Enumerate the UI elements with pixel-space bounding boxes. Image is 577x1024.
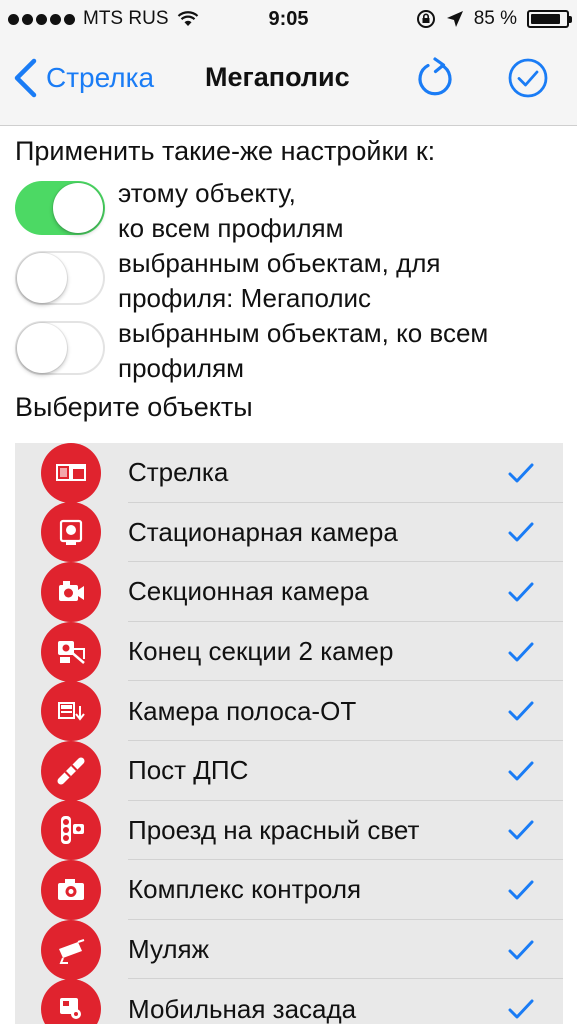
checkmark-icon — [508, 999, 534, 1019]
list-item[interactable]: Секционная камера — [15, 561, 563, 622]
checkmark-icon — [508, 463, 534, 483]
list-item-label: Муляж — [128, 934, 210, 965]
list-item-label: Пост ДПС — [128, 755, 249, 786]
checkmark-icon — [508, 880, 534, 900]
list-item[interactable]: Стационарная камера — [15, 502, 563, 563]
checkmark-icon — [508, 582, 534, 602]
list-item-label: Проезд на красный свет — [128, 814, 420, 845]
checkmark-icon — [508, 761, 534, 781]
lane-camera-icon — [41, 681, 101, 742]
toggle-this-object[interactable] — [15, 181, 105, 235]
checkmark-icon — [508, 820, 534, 840]
list-item[interactable]: Стрелка — [15, 442, 563, 503]
option-this-object: этому объекту, ко всем профилям — [15, 178, 575, 243]
navigation-bar: Стрелка Мегаполис — [0, 40, 577, 126]
done-checkmark-icon[interactable] — [506, 56, 550, 100]
strelka-icon — [41, 442, 101, 503]
list-item[interactable]: Камера полоса-ОТ — [15, 681, 563, 742]
checkmark-icon — [508, 642, 534, 662]
status-right: 85 % — [416, 8, 572, 30]
list-item[interactable]: Комплекс контроля — [15, 859, 563, 920]
back-button-label: Стрелка — [46, 62, 155, 93]
option-selected-profile: выбранным объектам, для профиля: Мегапол… — [15, 248, 575, 313]
checkmark-icon — [508, 701, 534, 721]
list-item-label: Камера полоса-ОТ — [128, 695, 357, 726]
mobile-ambush-icon — [41, 979, 101, 1024]
list-item-label: Мобильная засада — [128, 993, 357, 1024]
status-bar: MTS RUS 9:05 85 % — [0, 0, 577, 40]
list-item-label: Комплекс контроля — [128, 874, 362, 905]
list-item-label: Секционная камера — [128, 576, 369, 607]
list-item[interactable]: Пост ДПС — [15, 740, 563, 801]
list-item[interactable]: Мобильная засада — [15, 979, 563, 1024]
list-item[interactable]: Проезд на красный свет — [15, 800, 563, 861]
option-selected-all-profiles: выбранным объектам, ко всем профилям — [15, 318, 575, 383]
police-post-icon — [41, 740, 101, 801]
back-button[interactable]: Стрелка — [12, 58, 154, 98]
select-objects-title: Выберите объекты — [15, 392, 253, 422]
section-end-icon — [41, 621, 101, 682]
stationary-camera-icon — [41, 502, 101, 563]
list-item-label: Конец секции 2 камер — [128, 636, 394, 667]
toggle-selected-all-profiles[interactable] — [15, 321, 105, 375]
option-label: выбранным объектам, для профиля: Мегапол… — [118, 248, 441, 313]
traffic-light-icon — [41, 800, 101, 861]
location-arrow-icon — [446, 11, 463, 27]
toggle-selected-profile[interactable] — [15, 251, 105, 305]
list-item-label: Стационарная камера — [128, 516, 398, 547]
checkmark-icon — [508, 522, 534, 542]
objects-list: Стрелка Стационарная камера Секционная к… — [15, 442, 563, 1024]
option-label: этому объекту, ко всем профилям — [118, 178, 344, 243]
option-label: выбранным объектам, ко всем профилям — [118, 318, 489, 383]
checkmark-icon — [508, 940, 534, 960]
control-complex-icon — [41, 859, 101, 920]
battery-icon — [527, 10, 572, 28]
dummy-camera-icon — [41, 919, 101, 980]
section-camera-icon — [41, 561, 101, 622]
battery-level — [531, 14, 560, 24]
chevron-left-icon — [14, 58, 37, 98]
list-item[interactable]: Конец секции 2 камер — [15, 621, 563, 682]
rotation-lock-icon — [416, 10, 435, 28]
battery-percent: 85 % — [473, 8, 517, 29]
refresh-icon[interactable] — [413, 56, 457, 100]
apply-settings-header: Применить такие-же настройки к: — [15, 136, 436, 166]
list-item[interactable]: Муляж — [15, 919, 563, 980]
page-title: Мегаполис — [205, 62, 350, 92]
list-item-label: Стрелка — [128, 457, 229, 488]
